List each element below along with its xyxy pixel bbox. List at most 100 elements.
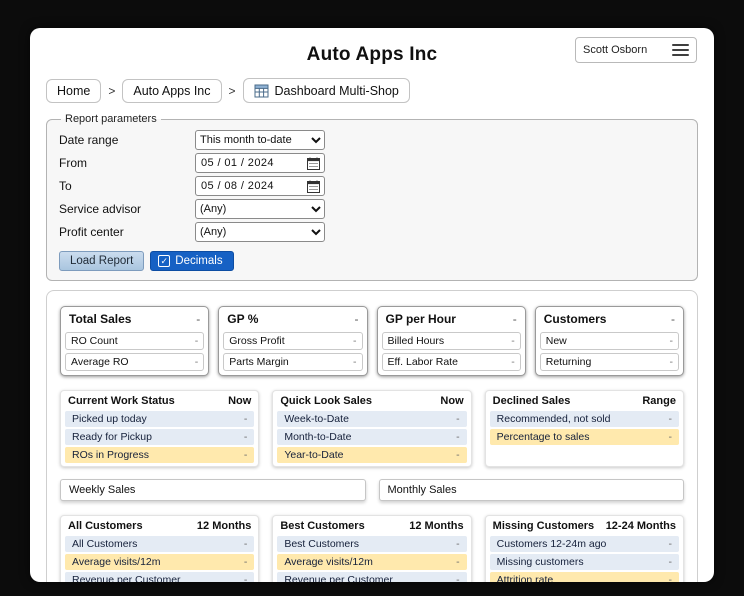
from-date-input[interactable] <box>196 157 300 169</box>
dashboard-icon <box>254 83 269 98</box>
metric-value: - <box>456 413 460 425</box>
panel-range: 12-24 Months <box>605 520 676 532</box>
from-date-row: From <box>59 153 685 173</box>
calendar-icon[interactable] <box>307 180 320 193</box>
kpi-card-title: Customers <box>543 312 607 326</box>
profit-center-select[interactable]: (Any) <box>195 222 325 242</box>
metric-value: - <box>243 538 248 550</box>
kpi-sub-label: Returning <box>545 356 592 368</box>
hamburger-menu-icon[interactable] <box>672 44 689 56</box>
service-advisor-select[interactable]: (Any) <box>195 199 325 219</box>
profit-center-label: Profit center <box>59 225 124 239</box>
panel-header: Current Work Status Now <box>65 394 254 411</box>
panel-current-work-status: Current Work Status Now Picked up today … <box>60 390 260 467</box>
customer-panels-row: All Customers 12 Months All Customers - … <box>60 515 684 582</box>
metric-row: Picked up today - <box>65 411 255 427</box>
panel-title: Best Customers <box>280 520 365 532</box>
metric-value: - <box>456 449 460 461</box>
metric-row: Week-to-Date - <box>277 411 467 427</box>
panel-header: Quick Look Sales Now <box>277 394 466 411</box>
metric-row: Attrition rate - <box>489 572 679 582</box>
metric-value: - <box>456 556 460 568</box>
metric-value: - <box>668 556 672 568</box>
kpi-sub-label: Parts Margin <box>229 356 289 368</box>
calendar-icon[interactable] <box>307 157 320 170</box>
report-parameters-legend: Report parameters <box>65 113 157 125</box>
metric-value: - <box>668 538 672 550</box>
panel-header: Declined Sales Range <box>490 394 679 411</box>
to-date-field <box>195 176 325 196</box>
panel-title: Quick Look Sales <box>280 395 373 407</box>
panel-range: Range <box>642 395 676 407</box>
breadcrumb: Home > Auto Apps Inc > Dashboard Multi-S… <box>30 72 714 103</box>
kpi-sub-value: - <box>511 335 515 347</box>
panel-declined-sales: Declined Sales Range Recommended, not so… <box>484 390 684 467</box>
status-panels-row: Current Work Status Now Picked up today … <box>60 390 684 467</box>
top-bar: Auto Apps Inc Scott Osborn <box>30 28 714 72</box>
panel-title: Current Work Status <box>68 395 175 407</box>
metric-label: Ready for Pickup <box>72 431 152 443</box>
to-date-input[interactable] <box>196 180 300 192</box>
kpi-sub-row: Gross Profit - <box>223 332 363 350</box>
date-range-select[interactable]: This month to-date <box>195 130 325 150</box>
metric-value: - <box>456 431 460 443</box>
panel-title: Missing Customers <box>492 520 595 532</box>
kpi-card-value: - <box>196 312 201 326</box>
metric-row: Revenue per Customer - <box>277 572 467 582</box>
from-label: From <box>59 156 87 170</box>
metric-row: Revenue per Customer - <box>65 572 255 582</box>
metric-row: Year-to-Date - <box>277 447 467 463</box>
decimals-button[interactable]: ✓ Decimals <box>150 251 234 271</box>
kpi-sub-row: Average RO - <box>65 353 205 371</box>
kpi-card-header: Total Sales - <box>65 310 204 329</box>
kpi-sub-row: Billed Hours - <box>381 332 521 350</box>
kpi-card-value: - <box>354 312 359 326</box>
metric-label: Best Customers <box>284 538 360 550</box>
metric-value: - <box>243 449 248 461</box>
metric-label: ROs in Progress <box>72 449 150 461</box>
panel-title: Declined Sales <box>492 395 571 407</box>
kpi-card-header: GP per Hour - <box>382 310 521 329</box>
service-advisor-label: Service advisor <box>59 202 142 216</box>
breadcrumb-label: Dashboard Multi-Shop <box>274 83 399 98</box>
metric-label: Customers 12-24m ago <box>496 538 607 550</box>
dashboard-panel: Total Sales - RO Count - Average RO - GP… <box>46 290 698 582</box>
kpi-sub-label: RO Count <box>71 335 118 347</box>
breadcrumb-home[interactable]: Home <box>46 78 102 103</box>
kpi-sub-value: - <box>669 356 674 368</box>
checkbox-checked-icon: ✓ <box>158 255 171 267</box>
panel-header: Missing Customers 12-24 Months <box>490 519 679 536</box>
app-window: Auto Apps Inc Scott Osborn Home > Auto A… <box>30 28 714 582</box>
metric-value: - <box>668 431 672 443</box>
param-buttons-row: Load Report ✓ Decimals <box>59 251 685 271</box>
metric-label: Attrition rate <box>496 574 554 582</box>
metric-label: Missing customers <box>496 556 584 568</box>
breadcrumb-dashboard-multi-shop[interactable]: Dashboard Multi-Shop <box>242 78 410 103</box>
metric-label: Recommended, not sold <box>496 413 611 425</box>
metric-value: - <box>243 574 248 582</box>
metric-value: - <box>243 413 248 425</box>
kpi-card-title: GP % <box>227 312 259 326</box>
chart-header-monthly-sales: Monthly Sales <box>378 479 684 501</box>
kpi-sub-row: Parts Margin - <box>223 353 363 371</box>
user-menu[interactable]: Scott Osborn <box>575 37 697 63</box>
breadcrumb-auto-apps-inc[interactable]: Auto Apps Inc <box>122 78 222 103</box>
from-date-field <box>195 153 325 173</box>
panel-title: All Customers <box>68 520 143 532</box>
kpi-card-customers: Customers - New - Returning - <box>534 306 684 376</box>
kpi-card-gp-percent: GP % - Gross Profit - Parts Margin - <box>218 306 368 376</box>
kpi-sub-value: - <box>511 356 515 368</box>
kpi-sub-label: Eff. Labor Rate <box>387 356 458 368</box>
metric-row: Month-to-Date - <box>277 429 467 445</box>
breadcrumb-separator: > <box>108 83 116 98</box>
kpi-card-header: GP % - <box>223 310 362 329</box>
kpi-sub-row: Returning - <box>539 353 679 371</box>
kpi-card-title: GP per Hour <box>385 312 456 326</box>
metric-row: Ready for Pickup - <box>65 429 255 445</box>
metric-value: - <box>243 431 248 443</box>
metric-label: Revenue per Customer <box>72 574 181 582</box>
load-report-button[interactable]: Load Report <box>59 251 145 271</box>
chart-header-weekly-sales: Weekly Sales <box>60 479 366 501</box>
breadcrumb-separator: > <box>228 83 236 98</box>
panel-range: 12 Months <box>409 520 464 532</box>
